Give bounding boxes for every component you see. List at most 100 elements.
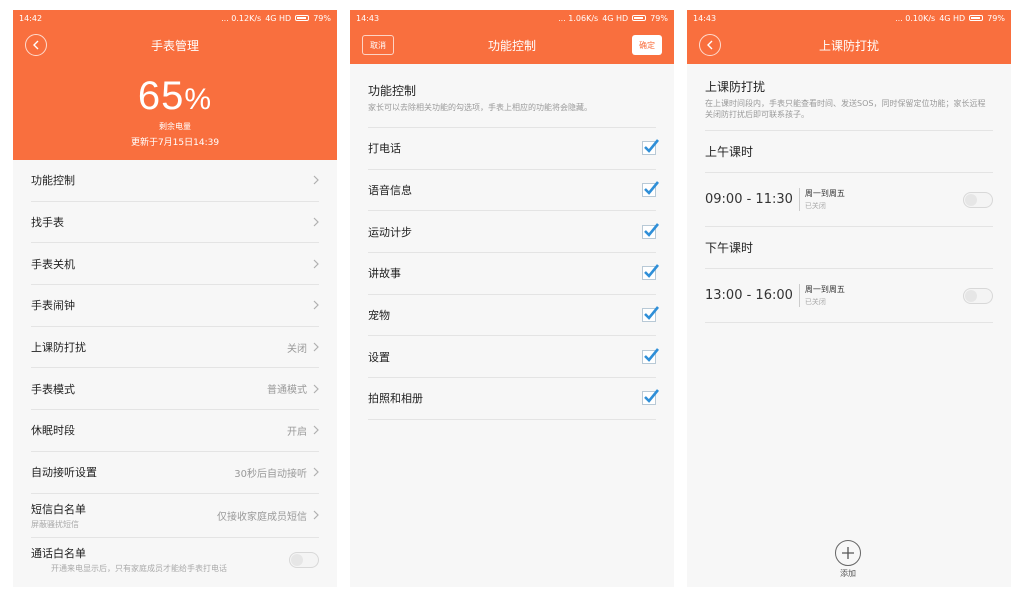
network-speed: ... 0.10K/s [895,13,936,23]
settings-row[interactable]: 通话白名单开通来电显示后，只有家庭成员才能给手表打电话 [31,538,319,582]
function-item[interactable]: 语音信息 [368,170,660,212]
chevron-left-icon [33,40,39,50]
function-checkbox[interactable] [642,181,660,198]
function-item[interactable]: 拍照和相册 [368,378,660,420]
network-speed: ... 0.12K/s [221,13,262,23]
header: 14:43 ... 0.10K/s 4G HD 79% 上课防打扰 [687,10,1011,64]
settings-row-label: 手表关机 [31,257,75,271]
battery-percent: 79% [987,13,1005,23]
afternoon-time-range: 13:00 - 16:00 [705,288,793,303]
function-checkbox[interactable] [642,389,660,406]
afternoon-period-row[interactable]: 13:00 - 16:00 周一到周五 已关闭 [705,269,993,323]
checkmark-icon [644,139,660,154]
chevron-right-icon [313,217,319,227]
battery-icon [632,15,647,21]
page-title: 功能控制 [487,38,536,53]
settings-row[interactable]: 休眠时段 开启 [31,410,319,452]
settings-row[interactable]: 功能控制 [31,160,319,202]
battery-icon [969,15,984,21]
class-do-not-disturb-screen: 14:43 ... 0.10K/s 4G HD 79% 上课防打扰 上课防打扰 … [687,10,1011,587]
chevron-right-icon [313,342,319,352]
morning-toggle[interactable] [963,191,993,208]
confirm-button[interactable]: 确定 [632,35,662,55]
checkmark-icon [644,222,660,237]
back-button[interactable] [699,34,721,56]
settings-row[interactable]: 手表模式 普通模式 [31,368,319,411]
afternoon-toggle[interactable] [963,287,993,304]
chevron-right-icon [313,510,319,520]
function-checkbox[interactable] [642,347,660,364]
chevron-right-icon [313,300,319,310]
signal-label: 4G HD [602,13,629,23]
add-label: 添加 [840,569,856,578]
settings-row-subtitle: 开通来电显示后，只有家庭成员才能给手表打电话 [51,564,227,573]
chevron-right-icon [313,259,319,269]
header: 14:43 ... 1.06K/s 4G HD 79% 取消 功能控制 确定 [350,10,674,64]
function-item[interactable]: 运动计步 [368,211,660,254]
settings-row[interactable]: 上课防打扰 关闭 [31,327,319,369]
morning-time-range: 09:00 - 11:30 [705,192,793,207]
function-item-label: 设置 [368,350,390,364]
function-checkbox[interactable] [642,222,660,239]
morning-period-row[interactable]: 09:00 - 11:30 周一到周五 已关闭 [705,173,993,227]
battery-icon [295,15,310,21]
morning-label: 上午课时 [705,145,754,159]
page-title: 手表管理 [150,38,199,53]
checkmark-icon [644,264,660,279]
battery-percent: 79% [650,13,668,23]
function-item-label: 讲故事 [368,267,401,281]
checkmark-icon [644,306,660,321]
battery-level: 65% [137,74,213,118]
chevron-right-icon [313,175,319,185]
cancel-button[interactable]: 取消 [362,35,394,55]
settings-row-label: 找手表 [31,216,64,230]
settings-row-label: 短信白名单 [31,502,86,516]
function-item-label: 语音信息 [368,184,412,198]
settings-row-value: 仅接收家庭成员短信 [217,511,307,523]
afternoon-days: 周一到周五 [804,285,845,294]
settings-row-label: 通话白名单 [31,547,86,560]
settings-row-label: 手表模式 [31,382,75,396]
function-item[interactable]: 讲故事 [368,253,660,295]
function-item-label: 运动计步 [368,225,412,239]
settings-row[interactable]: 短信白名单屏蔽骚扰短信 仅接收家庭成员短信 [31,494,319,538]
settings-row[interactable]: 自动接听设置 30秒后自动接听 [31,452,319,494]
section-description: 家长可以去除相关功能的勾选项，手表上相应的功能将会隐藏。 [368,103,592,112]
add-button[interactable] [835,540,861,566]
afternoon-label: 下午课时 [705,241,754,255]
settings-row-value: 关闭 [287,343,307,355]
checkmark-icon [644,347,660,362]
status-time: 14:43 [693,13,717,23]
chevron-right-icon [313,384,319,394]
back-button[interactable] [25,34,47,56]
settings-row-label: 自动接听设置 [31,466,97,480]
morning-state: 已关闭 [804,202,826,210]
chevron-right-icon [313,467,319,477]
status-time: 14:42 [19,13,43,23]
function-item-label: 宠物 [368,309,390,323]
settings-row-value: 开启 [287,426,307,438]
function-section: 功能控制 家长可以去除相关功能的勾选项，手表上相应的功能将会隐藏。 打电话语音信… [350,64,674,420]
settings-row[interactable]: 手表关机 [31,243,319,286]
call-whitelist-toggle[interactable] [289,551,319,568]
settings-row[interactable]: 手表闹钟 [31,285,319,327]
function-checkbox[interactable] [642,139,660,156]
checkmark-icon [644,389,660,404]
function-checkbox[interactable] [642,264,660,281]
settings-row-subtitle: 屏蔽骚扰短信 [31,519,79,529]
function-item-label: 拍照和相册 [368,392,423,406]
function-item[interactable]: 打电话 [368,128,660,170]
settings-row-label: 上课防打扰 [31,341,86,355]
afternoon-state: 已关闭 [804,298,826,306]
network-speed: ... 1.06K/s [558,13,599,23]
settings-row-label: 手表闹钟 [31,299,75,313]
function-checkbox[interactable] [642,306,660,323]
settings-row-label: 休眠时段 [31,424,75,438]
function-item[interactable]: 宠物 [368,295,660,337]
signal-label: 4G HD [265,13,292,23]
function-item[interactable]: 设置 [368,336,660,379]
section-title: 功能控制 [368,84,417,98]
settings-row[interactable]: 找手表 [31,202,319,244]
chevron-left-icon [707,40,713,50]
battery-label: 剩余电量 [159,122,191,131]
